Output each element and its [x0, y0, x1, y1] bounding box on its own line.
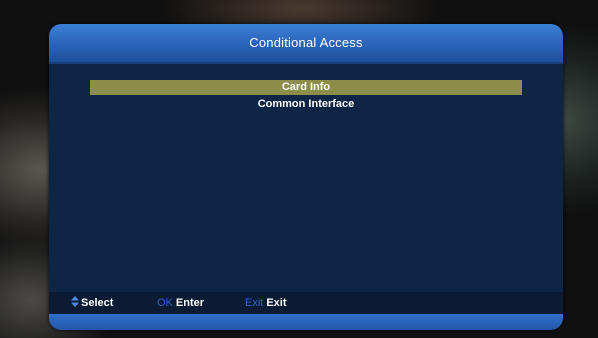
- footer-select-hint: Select: [71, 292, 113, 314]
- footer-hint-bar: Select OK Enter Exit Exit: [49, 292, 563, 314]
- exit-key-label: Exit: [245, 297, 264, 309]
- footer-select-label: Select: [81, 297, 114, 309]
- tv-screen: Conditional Access Card Info Common Inte…: [0, 0, 598, 338]
- footer-exit-hint: Exit Exit: [245, 292, 287, 314]
- ok-key-label: OK: [157, 297, 173, 309]
- title-bar: Conditional Access: [49, 24, 563, 64]
- footer-enter-label: Enter: [175, 297, 205, 309]
- menu-list: Card Info Common Interface: [90, 80, 522, 114]
- conditional-access-dialog: Conditional Access Card Info Common Inte…: [49, 24, 563, 330]
- up-down-arrows-icon: [71, 296, 79, 307]
- page-title: Conditional Access: [249, 35, 363, 50]
- menu-item-card-info[interactable]: Card Info: [90, 80, 522, 95]
- footer-enter-hint: OK Enter: [157, 292, 204, 314]
- bottom-strip: [49, 314, 563, 330]
- menu-item-common-interface[interactable]: Common Interface: [90, 97, 522, 112]
- footer-exit-label: Exit: [266, 297, 287, 309]
